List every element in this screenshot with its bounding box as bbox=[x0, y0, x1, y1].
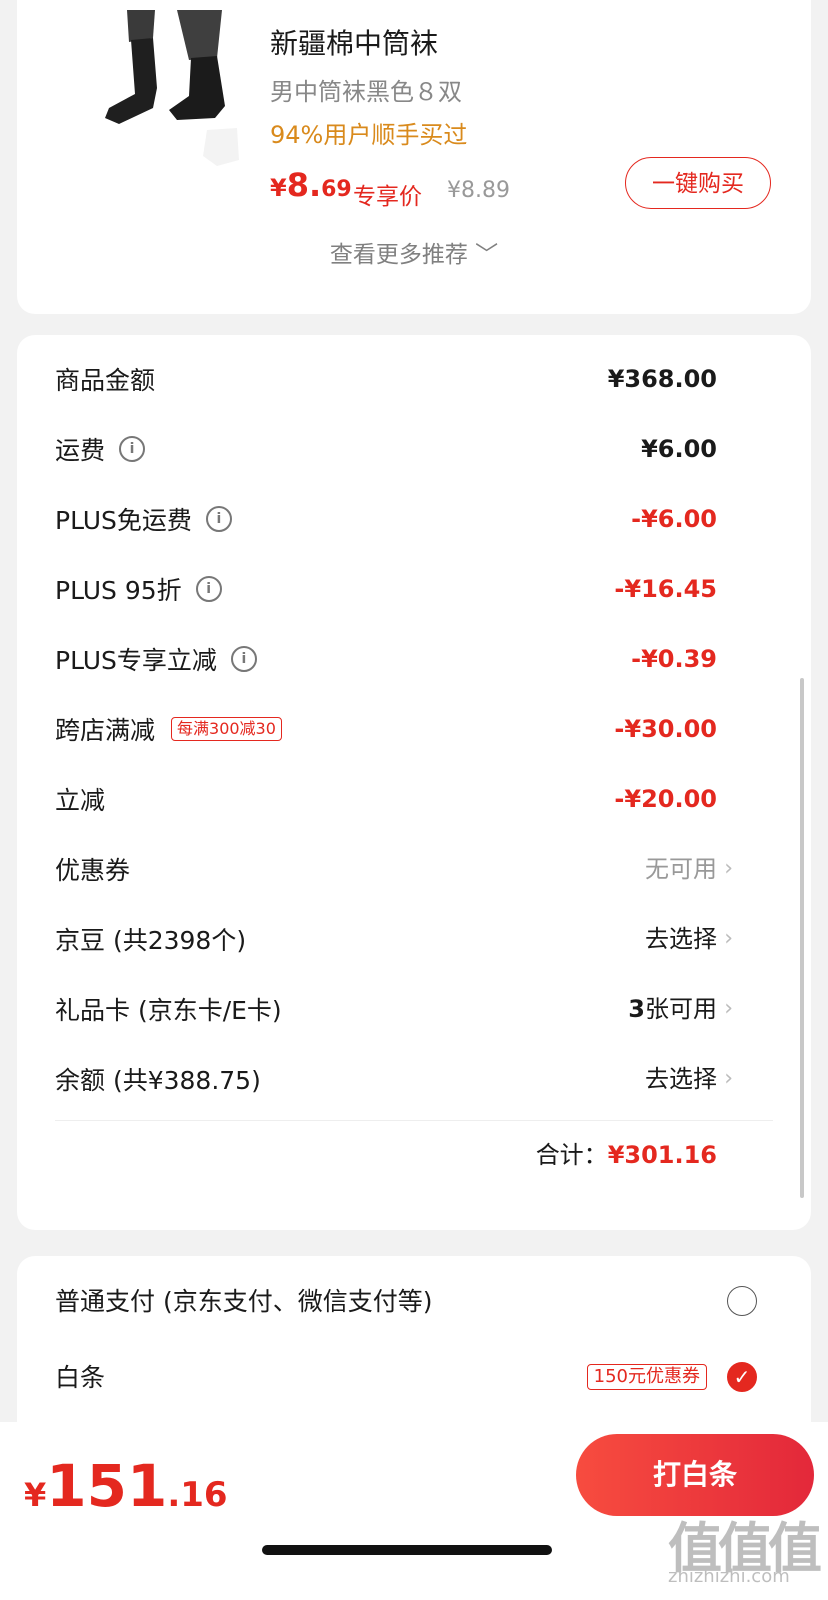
cost-row-instant-reduction: 立减 -¥20.00 bbox=[55, 779, 773, 819]
cost-value: -¥16.45 bbox=[614, 575, 717, 603]
final-price: ¥151.16 bbox=[24, 1452, 228, 1520]
cost-row-plus-discount: PLUS 95折 i -¥16.45 bbox=[55, 569, 773, 609]
price-decimal: 69 bbox=[321, 177, 352, 202]
final-price-decimal: .16 bbox=[167, 1475, 228, 1515]
cost-value: 去选择 bbox=[645, 925, 717, 953]
cost-label: PLUS专享立减 bbox=[55, 646, 217, 675]
product-spec: 男中筒袜黑色８双 bbox=[270, 78, 462, 106]
info-icon[interactable]: i bbox=[195, 576, 222, 602]
cost-value: 去选择 bbox=[645, 1065, 717, 1093]
cost-value: -¥30.00 bbox=[614, 715, 717, 743]
cost-label: 余额 (共¥388.75) bbox=[55, 1066, 261, 1095]
product-image[interactable] bbox=[57, 10, 245, 196]
chevron-right-icon: › bbox=[724, 996, 733, 1021]
cost-label: 跨店满减 bbox=[55, 716, 156, 745]
cost-value: -¥0.39 bbox=[631, 645, 717, 673]
sock-image-icon bbox=[57, 10, 245, 196]
cost-value: -¥20.00 bbox=[614, 785, 717, 813]
price-integer: 8. bbox=[286, 166, 322, 204]
cost-value: 3张可用 bbox=[628, 989, 717, 1029]
cost-row-plus-free-shipping: PLUS免运费 i -¥6.00 bbox=[55, 499, 773, 539]
cost-label: 礼品卡 (京东卡/E卡) bbox=[55, 996, 282, 1025]
cost-row-balance[interactable]: 余额 (共¥388.75) 去选择 › bbox=[55, 1059, 773, 1099]
price-currency: ¥ bbox=[270, 174, 287, 202]
cost-row-plus-instant-reduction: PLUS专享立减 i -¥0.39 bbox=[55, 639, 773, 679]
cost-row-cross-store-discount: 跨店满减 每满300减30 -¥30.00 bbox=[55, 709, 773, 749]
cost-label: PLUS 95折 bbox=[55, 576, 182, 605]
one-click-buy-button[interactable]: 一键购买 bbox=[625, 157, 771, 209]
watermark-site: zhizhizhi.com bbox=[668, 1566, 790, 1587]
total-amount: ¥301.16 bbox=[607, 1141, 717, 1169]
cost-label: 京豆 (共2398个) bbox=[55, 926, 247, 955]
final-price-integer: 151 bbox=[46, 1452, 168, 1520]
product-price: ¥8.69 bbox=[270, 166, 352, 204]
radio-unchecked-icon[interactable] bbox=[727, 1286, 757, 1316]
home-indicator[interactable] bbox=[262, 1545, 552, 1555]
check-icon[interactable]: ✓ bbox=[727, 1362, 757, 1392]
watermark-logo: 值 值 值 zhizhizhi.com bbox=[668, 1504, 822, 1594]
payment-option-baitiao[interactable]: 白条 150元优惠券 ✓ bbox=[55, 1358, 773, 1398]
coupon-badge: 150元优惠券 bbox=[586, 1364, 707, 1390]
cost-value: ¥368.00 bbox=[607, 365, 717, 393]
info-icon[interactable]: i bbox=[205, 506, 232, 532]
info-icon[interactable]: i bbox=[119, 436, 146, 462]
recommendation-card: 新疆棉中筒袜 男中筒袜黑色８双 94%用户顺手买过 ¥8.69 专享价 ¥8.8… bbox=[17, 0, 811, 314]
cost-label: 立减 bbox=[55, 786, 106, 815]
chevron-right-icon: › bbox=[724, 856, 733, 881]
cost-row-gift-card[interactable]: 礼品卡 (京东卡/E卡) 3张可用 › bbox=[55, 989, 773, 1029]
payment-option-label: 普通支付 (京东支付、微信支付等) bbox=[55, 1287, 433, 1316]
cost-row-jd-beans[interactable]: 京豆 (共2398个) 去选择 › bbox=[55, 919, 773, 959]
gift-card-available: 张可用 bbox=[645, 995, 717, 1023]
cost-label: 运费 bbox=[55, 436, 106, 465]
cost-value: -¥6.00 bbox=[631, 505, 717, 533]
scrollbar[interactable] bbox=[800, 678, 804, 1198]
cost-row-coupon[interactable]: 优惠券 无可用 › bbox=[55, 849, 773, 889]
cost-value: 无可用 bbox=[645, 855, 717, 883]
cost-breakdown-card: 商品金额 ¥368.00 运费 i ¥6.00 PLUS免运费 i -¥6.00 P… bbox=[17, 335, 811, 1230]
gift-card-count: 3 bbox=[628, 995, 645, 1023]
chevron-right-icon: › bbox=[724, 1066, 733, 1091]
cost-label: 商品金额 bbox=[55, 366, 156, 395]
cost-row-goods-amount: 商品金额 ¥368.00 bbox=[55, 359, 773, 399]
info-icon[interactable]: i bbox=[230, 646, 257, 672]
cost-label: PLUS免运费 bbox=[55, 506, 192, 535]
total-label: 合计： bbox=[535, 1141, 608, 1169]
promo-badge: 每满300减30 bbox=[171, 717, 282, 741]
view-more-recommendations[interactable]: 查看更多推荐 ﹀ bbox=[17, 235, 811, 269]
order-total: 合计：¥301.16 bbox=[536, 1135, 717, 1170]
cost-value: ¥6.00 bbox=[641, 435, 717, 463]
exclusive-price-tag: 专享价 bbox=[353, 184, 422, 210]
product-name[interactable]: 新疆棉中筒袜 bbox=[270, 22, 438, 62]
divider bbox=[55, 1120, 773, 1121]
cost-row-shipping: 运费 i ¥6.00 bbox=[55, 429, 773, 469]
payment-option-standard[interactable]: 普通支付 (京东支付、微信支付等) bbox=[55, 1282, 773, 1322]
final-price-currency: ¥ bbox=[24, 1476, 47, 1514]
cost-label: 优惠券 bbox=[55, 856, 131, 885]
purchase-hint: 94%用户顺手买过 bbox=[270, 121, 468, 149]
chevron-right-icon: › bbox=[724, 926, 733, 951]
original-price: ¥8.89 bbox=[447, 178, 510, 203]
